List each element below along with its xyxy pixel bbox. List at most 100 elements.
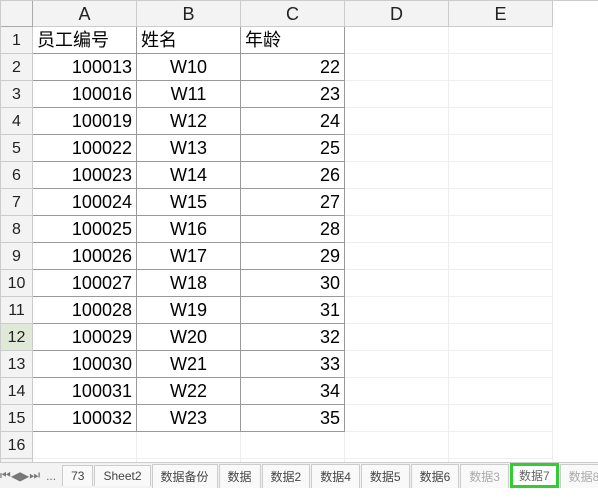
cell[interactable]: W18 [137, 270, 241, 297]
cell[interactable] [449, 216, 553, 243]
tab-ellipsis[interactable]: ... [40, 466, 62, 486]
row-head[interactable]: 1 [1, 27, 33, 54]
cell[interactable]: 29 [241, 243, 345, 270]
cell[interactable] [345, 81, 449, 108]
col-head-C[interactable]: C [241, 1, 345, 27]
cell[interactable] [449, 162, 553, 189]
cell[interactable]: 24 [241, 108, 345, 135]
row-head[interactable]: 16 [1, 432, 33, 459]
cell[interactable]: 100027 [33, 270, 137, 297]
cell[interactable]: 100022 [33, 135, 137, 162]
row-head[interactable]: 11 [1, 297, 33, 324]
row-head[interactable]: 6 [1, 162, 33, 189]
cell[interactable]: W21 [137, 351, 241, 378]
row-head[interactable]: 3 [1, 81, 33, 108]
cell[interactable]: W23 [137, 405, 241, 432]
tab-nav-first-icon[interactable]: ⏮ [0, 468, 11, 483]
sheet-tab[interactable]: 数据4 [311, 464, 360, 488]
cell[interactable]: 100023 [33, 162, 137, 189]
cell[interactable]: 34 [241, 378, 345, 405]
col-head-A[interactable]: A [33, 1, 137, 27]
cell[interactable]: 28 [241, 216, 345, 243]
cell[interactable]: W22 [137, 378, 241, 405]
col-head-B[interactable]: B [137, 1, 241, 27]
cell[interactable] [449, 54, 553, 81]
row-head[interactable]: 9 [1, 243, 33, 270]
cell[interactable] [345, 162, 449, 189]
sheet-tab[interactable]: 数据5 [361, 464, 410, 488]
cell[interactable]: 100030 [33, 351, 137, 378]
cell[interactable] [241, 432, 345, 459]
tab-nav-next-icon[interactable]: ▶ [20, 469, 29, 483]
cell[interactable] [345, 216, 449, 243]
cell[interactable] [345, 324, 449, 351]
tab-nav-last-icon[interactable]: ⏭ [29, 468, 40, 483]
cell[interactable]: 22 [241, 54, 345, 81]
cell[interactable] [345, 270, 449, 297]
cell[interactable]: 31 [241, 297, 345, 324]
row-head[interactable]: 15 [1, 405, 33, 432]
cell[interactable]: 30 [241, 270, 345, 297]
cell[interactable]: 27 [241, 189, 345, 216]
cell[interactable]: W15 [137, 189, 241, 216]
cell[interactable]: 100029 [33, 324, 137, 351]
cell[interactable] [345, 297, 449, 324]
cell[interactable] [449, 297, 553, 324]
cell[interactable]: 35 [241, 405, 345, 432]
cell[interactable] [137, 432, 241, 459]
sheet-tab[interactable]: 数据2 [262, 464, 311, 488]
cell-C1[interactable]: 年龄 [241, 27, 345, 54]
sheet-tab[interactable]: 73 [62, 465, 93, 486]
cell[interactable]: W16 [137, 216, 241, 243]
cell[interactable] [449, 243, 553, 270]
cell[interactable] [345, 351, 449, 378]
row-head[interactable]: 14 [1, 378, 33, 405]
row-head[interactable]: 4 [1, 108, 33, 135]
row-head[interactable]: 7 [1, 189, 33, 216]
sheet-tab[interactable]: 数据备份 [152, 464, 218, 488]
cell[interactable]: 23 [241, 81, 345, 108]
cell[interactable]: 100026 [33, 243, 137, 270]
cell[interactable]: 100024 [33, 189, 137, 216]
cell[interactable]: W11 [137, 81, 241, 108]
cell[interactable] [449, 189, 553, 216]
row-head[interactable]: 13 [1, 351, 33, 378]
cell[interactable]: W13 [137, 135, 241, 162]
cell[interactable] [345, 108, 449, 135]
cell[interactable] [449, 378, 553, 405]
cell[interactable] [449, 324, 553, 351]
sheet-tab[interactable]: 数据8 [560, 464, 598, 488]
row-head[interactable]: 5 [1, 135, 33, 162]
cell[interactable]: W10 [137, 54, 241, 81]
cell[interactable]: 100032 [33, 405, 137, 432]
cell-A1[interactable]: 员工编号 [33, 27, 137, 54]
sheet-tab-active[interactable]: 数据7 [510, 463, 559, 488]
col-head-E[interactable]: E [449, 1, 553, 27]
cell[interactable] [345, 135, 449, 162]
row-head[interactable]: 2 [1, 54, 33, 81]
cell[interactable] [33, 432, 137, 459]
cell-B1[interactable]: 姓名 [137, 27, 241, 54]
cell[interactable] [345, 243, 449, 270]
cell[interactable] [449, 270, 553, 297]
cell[interactable]: 100019 [33, 108, 137, 135]
cell[interactable] [345, 54, 449, 81]
cell[interactable] [449, 81, 553, 108]
col-head-D[interactable]: D [345, 1, 449, 27]
cell[interactable]: W12 [137, 108, 241, 135]
cell[interactable]: 26 [241, 162, 345, 189]
select-all-corner[interactable] [1, 1, 33, 27]
sheet-tab[interactable]: 数据 [219, 464, 261, 488]
cell[interactable]: W20 [137, 324, 241, 351]
cell[interactable] [449, 135, 553, 162]
cell[interactable] [449, 108, 553, 135]
cell[interactable] [345, 432, 449, 459]
cell[interactable] [449, 432, 553, 459]
cell[interactable] [449, 405, 553, 432]
cell[interactable]: 100031 [33, 378, 137, 405]
cell[interactable]: 33 [241, 351, 345, 378]
sheet-tab[interactable]: Sheet2 [94, 465, 150, 486]
row-head[interactable]: 8 [1, 216, 33, 243]
cell-E1[interactable] [449, 27, 553, 54]
cell-D1[interactable] [345, 27, 449, 54]
